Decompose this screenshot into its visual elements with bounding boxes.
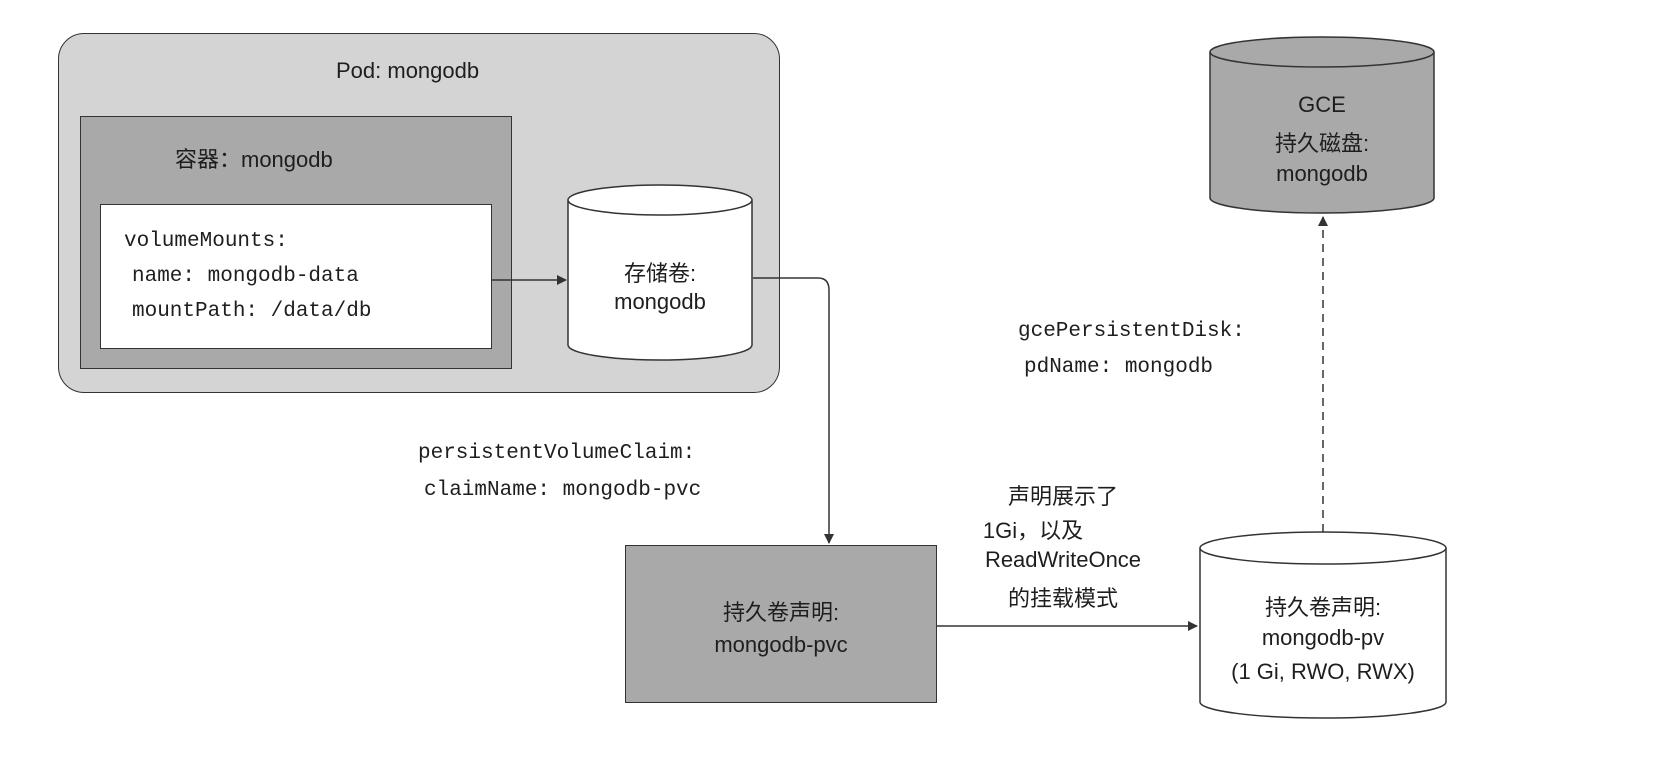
gce-disk-label-1: GCE [1298, 92, 1346, 117]
pvc-label: 持久卷声明: [722, 600, 840, 625]
storage-volume-label: 存储卷: [623, 261, 697, 286]
binding-note-line-3: ReadWriteOnce [984, 547, 1142, 572]
binding-note-line-1: 声明展示了 [1007, 484, 1118, 509]
pv-name: mongodb-pv [1261, 625, 1385, 650]
binding-note-line-4: 的挂载模式 [1007, 586, 1118, 611]
binding-note-line-2: 1Gi，以及 [982, 518, 1084, 543]
pv-capacity-modes: (1 Gi, RWO, RWX) [1231, 659, 1415, 684]
gce-reference-line-2: pdName: mongodb [1024, 356, 1214, 379]
pv-label: 持久卷声明: [1264, 595, 1382, 620]
gce-reference-line-1: gcePersistentDisk: [1018, 320, 1245, 343]
storage-volume-name: mongodb [614, 289, 706, 314]
pvc-name: mongodb-pvc [714, 632, 848, 657]
claim-arrow [753, 277, 834, 544]
pvc-reference-line-1: persistentVolumeClaim: [418, 442, 696, 465]
pvc-reference-line-2: claimName: mongodb-pvc [424, 479, 702, 502]
gce-disk-label-2: 持久磁盘: [1274, 131, 1370, 156]
gce-disk-name: mongodb [1276, 161, 1368, 186]
